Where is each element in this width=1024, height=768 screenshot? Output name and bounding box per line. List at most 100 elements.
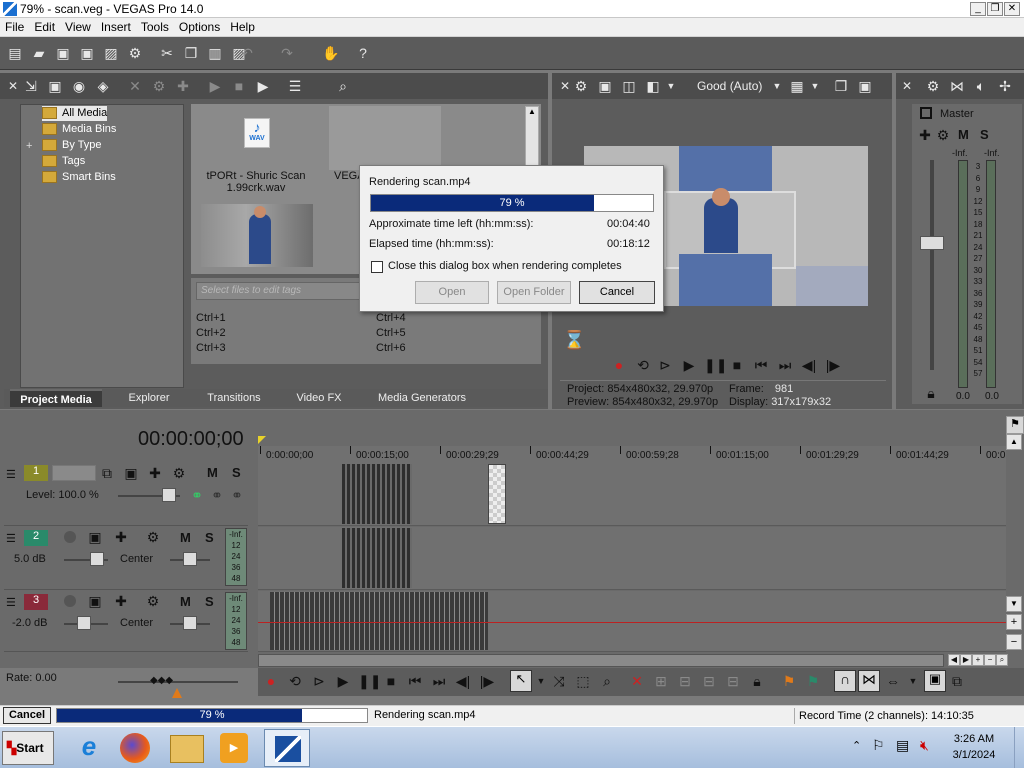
- snapping-magnet-icon[interactable]: ∩: [834, 670, 856, 692]
- chevron-down-icon[interactable]: ▼: [904, 672, 922, 690]
- ripple-edit-icon[interactable]: ⇔: [884, 672, 902, 690]
- pause-icon[interactable]: ❚❚: [704, 356, 727, 374]
- zoom-in-track-button[interactable]: +: [1006, 614, 1022, 630]
- mute-button[interactable]: M: [180, 530, 191, 545]
- solo-button[interactable]: S: [232, 465, 241, 480]
- split-icon[interactable]: ⊟: [724, 672, 742, 690]
- solo-button[interactable]: S: [205, 594, 214, 609]
- play-from-start-icon[interactable]: ⊳: [656, 356, 674, 374]
- play-media-icon[interactable]: ▶: [206, 77, 224, 95]
- capture-icon[interactable]: ▣: [46, 77, 64, 95]
- automation-icon[interactable]: ✚: [112, 528, 130, 546]
- stop-icon[interactable]: ■: [728, 356, 746, 374]
- speaker-icon[interactable]: 🔈︎: [972, 77, 990, 95]
- track-compositing-icon[interactable]: ✚: [146, 464, 164, 482]
- zoom-out-track-button[interactable]: −: [1006, 634, 1022, 650]
- selection-tool-icon[interactable]: ⬚: [574, 672, 592, 690]
- remove-media-icon[interactable]: ✕: [126, 77, 144, 95]
- downmix-icon[interactable]: ✢: [996, 77, 1014, 95]
- volume-envelope[interactable]: [258, 622, 1006, 623]
- rate-slider-handle[interactable]: ◆◆◆: [150, 675, 174, 687]
- views-icon[interactable]: ☰: [286, 77, 304, 95]
- search-icon[interactable]: ⌕: [334, 77, 352, 95]
- auto-preview-icon[interactable]: ▶: [254, 77, 272, 95]
- child-motion-icon[interactable]: ⚭: [228, 486, 246, 504]
- zoom-tool-icon[interactable]: ⌕: [996, 654, 1008, 666]
- scroll-down-button[interactable]: ▼: [1006, 596, 1022, 612]
- bus-gear-icon[interactable]: ⚙: [934, 126, 952, 144]
- scroll-right-button[interactable]: ▶: [960, 654, 972, 666]
- render-as-icon[interactable]: ▨: [102, 44, 120, 62]
- close-panel-icon[interactable]: ✕: [4, 77, 22, 95]
- menu-help[interactable]: Help: [225, 18, 260, 36]
- network-icon[interactable]: ▤: [896, 737, 909, 754]
- automation-icon[interactable]: ✚: [112, 592, 130, 610]
- extract-audio-icon[interactable]: ◈: [94, 77, 112, 95]
- track-fx-icon[interactable]: ▣: [122, 464, 140, 482]
- enable-snapping-icon[interactable]: ✋: [322, 44, 340, 62]
- media-player-icon[interactable]: ▶: [220, 733, 248, 763]
- volume-slider-handle[interactable]: [90, 552, 104, 566]
- tree-item-media-bins[interactable]: Media Bins: [42, 122, 116, 137]
- track-gear-icon[interactable]: ⚙: [144, 592, 162, 610]
- tab-media-generators[interactable]: Media Generators: [366, 389, 478, 407]
- go-to-end-icon[interactable]: ⏭: [776, 356, 794, 374]
- insert-marker-icon[interactable]: ⚑: [780, 672, 798, 690]
- start-button[interactable]: ▚Start: [2, 731, 54, 765]
- previous-frame-icon[interactable]: ◀|: [800, 356, 818, 374]
- preview-properties-gear-icon[interactable]: ⚙: [572, 77, 590, 95]
- volume-muted-icon[interactable]: 🔇︎: [920, 737, 929, 754]
- tab-transitions[interactable]: Transitions: [196, 389, 272, 407]
- mute-button[interactable]: M: [207, 465, 218, 480]
- video-clip[interactable]: [342, 464, 412, 524]
- tab-video-fx[interactable]: Video FX: [286, 389, 352, 407]
- previous-frame-icon[interactable]: ◀|: [454, 672, 472, 690]
- arm-record-icon[interactable]: [64, 595, 76, 607]
- help-icon[interactable]: ?: [354, 44, 372, 62]
- zoom-edit-tool-icon[interactable]: ⌕: [598, 672, 616, 690]
- media-thumbnail[interactable]: [329, 106, 441, 170]
- mixer-fx-icon[interactable]: ⋈: [948, 77, 966, 95]
- media-properties-icon[interactable]: ⚙: [150, 77, 168, 95]
- external-monitor-icon[interactable]: ▣: [596, 77, 614, 95]
- play-icon[interactable]: ▶: [680, 356, 698, 374]
- split-screen-icon[interactable]: ◫: [620, 77, 638, 95]
- scroll-up-button[interactable]: ▲: [1006, 434, 1022, 450]
- close-when-done-checkbox[interactable]: [371, 261, 383, 273]
- internet-explorer-icon[interactable]: e: [72, 731, 106, 765]
- render-cancel-button[interactable]: Cancel: [3, 707, 51, 724]
- rate-slider[interactable]: [118, 681, 238, 683]
- loop-icon[interactable]: ⟲: [286, 672, 304, 690]
- properties-gear-icon[interactable]: ⚙: [126, 44, 144, 62]
- track-drag-handle[interactable]: ☰: [6, 596, 16, 609]
- normal-edit-tool-icon[interactable]: ↖: [510, 670, 532, 692]
- media-item-label[interactable]: tPORt - Shuric Scan 1.99crk.wav: [196, 170, 316, 194]
- trim-icon[interactable]: ⊞: [652, 672, 670, 690]
- solo-button[interactable]: S: [205, 530, 214, 545]
- lock-envelopes-icon[interactable]: ▣: [924, 670, 946, 692]
- tree-item-all-media[interactable]: All Media: [42, 106, 108, 121]
- level-slider-handle[interactable]: [162, 488, 176, 502]
- undo-icon[interactable]: ↶: [238, 44, 256, 62]
- open-folder-button[interactable]: Open Folder: [497, 281, 571, 304]
- video-event-clip[interactable]: [488, 464, 506, 524]
- lock-event-icon[interactable]: 🔒︎: [748, 672, 766, 690]
- envelope-tool-icon[interactable]: ⤨: [550, 672, 568, 690]
- chevron-down-icon[interactable]: ▼: [768, 77, 786, 95]
- track-gear-icon[interactable]: ⚙: [170, 464, 188, 482]
- stop-icon[interactable]: ■: [382, 672, 400, 690]
- close-button[interactable]: ✕: [1004, 2, 1020, 16]
- insert-region-icon[interactable]: ⚑: [804, 672, 822, 690]
- track-drag-handle[interactable]: ☰: [6, 468, 16, 481]
- master-expand-icon[interactable]: [920, 107, 932, 119]
- open-button[interactable]: Open: [415, 281, 489, 304]
- track-fx-icon[interactable]: ▣: [86, 592, 104, 610]
- preview-quality-select[interactable]: Good (Auto): [697, 79, 762, 93]
- scroll-left-button[interactable]: ◀: [948, 654, 960, 666]
- menu-file[interactable]: File: [0, 18, 29, 36]
- open-icon[interactable]: ▰: [30, 44, 48, 62]
- go-to-start-icon[interactable]: ⏮: [406, 672, 424, 690]
- maximize-button[interactable]: ❐: [987, 2, 1003, 16]
- copy-snapshot-icon[interactable]: ❐: [832, 77, 850, 95]
- pan-slider-handle[interactable]: [183, 552, 197, 566]
